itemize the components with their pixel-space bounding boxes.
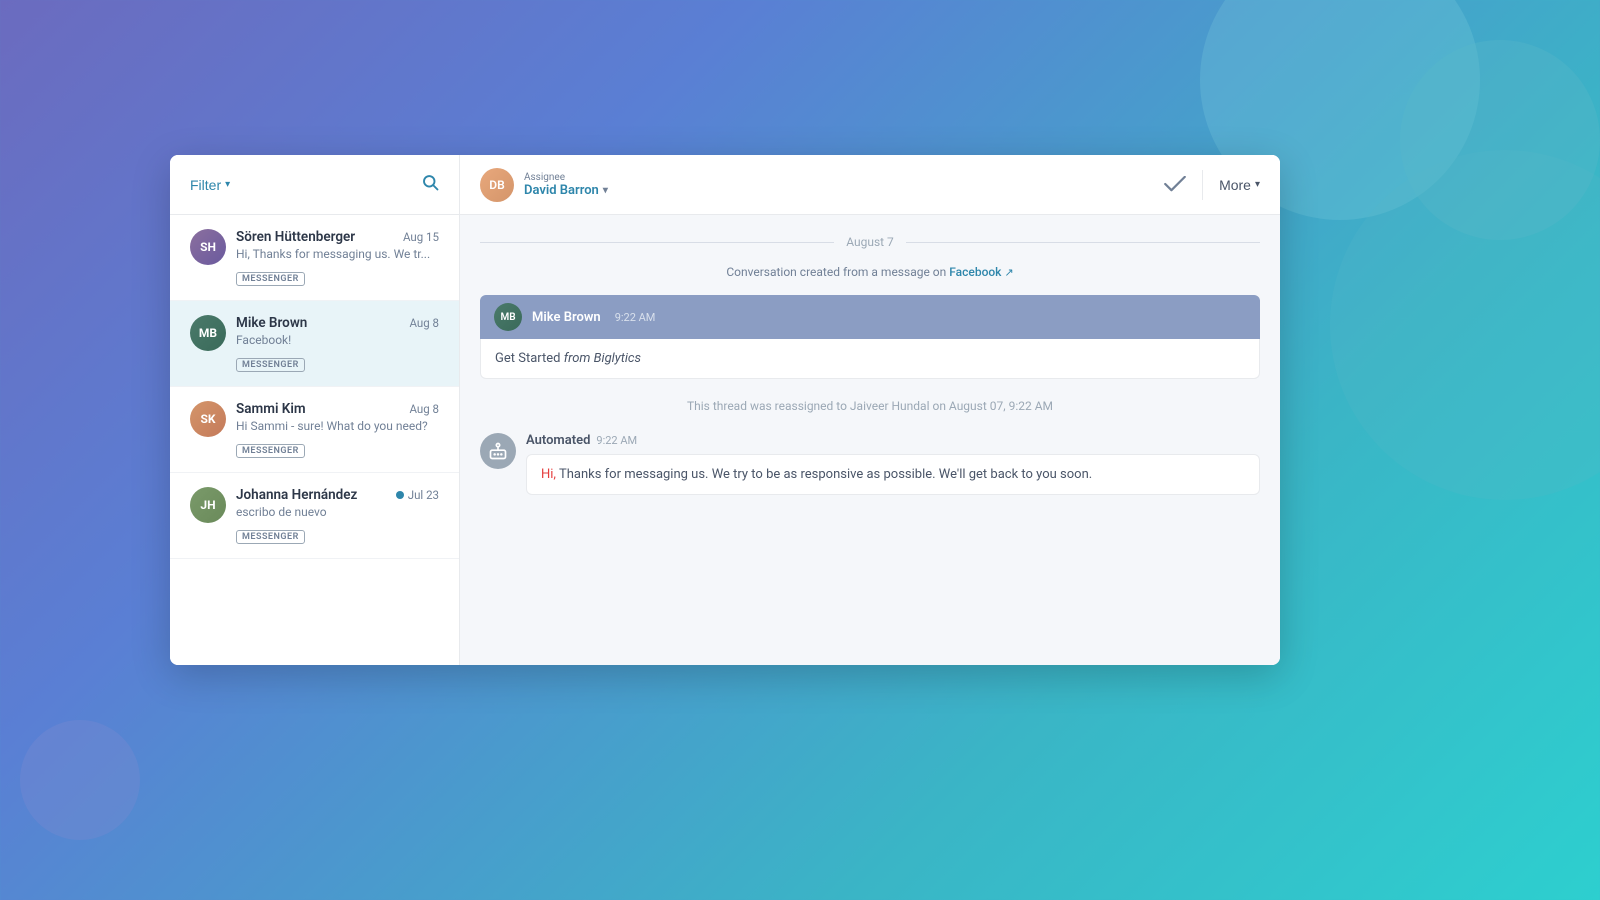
conv-date: Aug 8 [409, 316, 439, 330]
avatar: SH [190, 229, 226, 265]
facebook-link[interactable]: Facebook ↗ [949, 265, 1013, 279]
conversation-list: SH Sören Hüttenberger Aug 15 Hi, Thanks … [170, 215, 459, 665]
messenger-badge: MESSENGER [236, 444, 305, 458]
unread-indicator [396, 491, 404, 499]
sidebar-header: Filter ▾ [170, 155, 459, 215]
conversation-content: Johanna Hernández Jul 23 escribo de nuev… [236, 487, 439, 544]
filter-button[interactable]: Filter ▾ [190, 177, 230, 193]
message-container: MB Mike Brown 9:22 AM Get Started from B… [480, 295, 1260, 379]
message-text-plain: Get Started [495, 351, 564, 366]
conv-name: Sören Hüttenberger [236, 229, 355, 245]
automated-sender-name: Automated [526, 433, 590, 448]
message-sender-name: Mike Brown [532, 310, 601, 325]
external-link-icon: ↗ [1004, 266, 1013, 279]
system-message: Conversation created from a message on F… [480, 265, 1260, 279]
messenger-badge: MESSENGER [236, 358, 305, 372]
avatar: SK [190, 401, 226, 437]
automated-hi: Hi, [541, 467, 556, 482]
conversation-item[interactable]: MB Mike Brown Aug 8 Facebook! MESSENGER [170, 301, 459, 387]
chat-panel: DB Assignee David Barron ▾ Mor [460, 155, 1280, 665]
automated-time: 9:22 AM [596, 434, 637, 447]
assignee-section: DB Assignee David Barron ▾ [480, 168, 608, 202]
resolve-check-icon[interactable] [1164, 173, 1186, 197]
message-time: 9:22 AM [615, 311, 656, 324]
conversation-item[interactable]: JH Johanna Hernández Jul 23 escribo de n… [170, 473, 459, 559]
bot-avatar [480, 433, 516, 469]
avatar: MB [190, 315, 226, 351]
avatar: JH [190, 487, 226, 523]
conv-preview: Hi, Thanks for messaging us. We tr... [236, 247, 439, 261]
messenger-badge: MESSENGER [236, 530, 305, 544]
conv-name: Johanna Hernández [236, 487, 357, 503]
conv-preview: escribo de nuevo [236, 505, 439, 519]
conv-top-row: Sammi Kim Aug 8 [236, 401, 439, 417]
conv-top-row: Mike Brown Aug 8 [236, 315, 439, 331]
sidebar: Filter ▾ SH Sören Hüttenberger Aug 15 [170, 155, 460, 665]
conv-top-row: Sören Hüttenberger Aug 15 [236, 229, 439, 245]
conversation-content: Sammi Kim Aug 8 Hi Sammi - sure! What do… [236, 401, 439, 458]
conv-preview: Facebook! [236, 333, 439, 347]
assignee-avatar: DB [480, 168, 514, 202]
automated-body-text: Thanks for messaging us. We try to be as… [556, 467, 1092, 482]
more-chevron-icon: ▾ [1255, 179, 1260, 190]
reassign-notice: This thread was reassigned to Jaiveer Hu… [480, 395, 1260, 417]
conv-top-row: Johanna Hernández Jul 23 [236, 487, 439, 503]
app-window: Filter ▾ SH Sören Hüttenberger Aug 15 [170, 155, 1280, 665]
automated-message-container: Automated 9:22 AM Hi, Thanks for messagi… [480, 433, 1260, 495]
conv-name: Sammi Kim [236, 401, 306, 417]
header-actions: More ▾ [1164, 170, 1260, 200]
conv-preview: Hi Sammi - sure! What do you need? [236, 419, 439, 433]
message-sender-avatar: MB [494, 303, 522, 331]
messenger-badge: MESSENGER [236, 272, 305, 286]
conv-date: Aug 8 [409, 402, 439, 416]
assignee-info: Assignee David Barron ▾ [524, 172, 608, 198]
system-text-before: Conversation created from a message on [726, 265, 949, 279]
message-text-italic: from Biglytics [564, 351, 641, 366]
chat-header: DB Assignee David Barron ▾ Mor [460, 155, 1280, 215]
header-divider [1202, 170, 1203, 200]
assignee-name[interactable]: David Barron ▾ [524, 183, 608, 198]
assignee-chevron-icon: ▾ [603, 185, 608, 196]
assignee-label: Assignee [524, 172, 608, 183]
filter-chevron-icon: ▾ [225, 179, 230, 190]
conv-name: Mike Brown [236, 315, 307, 331]
chat-body: August 7 Conversation created from a mes… [460, 215, 1280, 665]
message-header-row: MB Mike Brown 9:22 AM [480, 295, 1260, 339]
more-button[interactable]: More ▾ [1219, 177, 1260, 193]
conv-date unread: Jul 23 [396, 488, 439, 502]
conversation-content: Mike Brown Aug 8 Facebook! MESSENGER [236, 315, 439, 372]
filter-label: Filter [190, 177, 221, 193]
message-body: Get Started from Biglytics [480, 339, 1260, 379]
conversation-content: Sören Hüttenberger Aug 15 Hi, Thanks for… [236, 229, 439, 286]
date-separator-text: August 7 [846, 235, 894, 249]
automated-content: Automated 9:22 AM Hi, Thanks for messagi… [526, 433, 1260, 495]
conversation-item[interactable]: SK Sammi Kim Aug 8 Hi Sammi - sure! What… [170, 387, 459, 473]
search-button[interactable] [421, 173, 439, 196]
automated-body: Hi, Thanks for messaging us. We try to b… [526, 454, 1260, 495]
automated-header: Automated 9:22 AM [526, 433, 1260, 448]
conv-date: Aug 15 [403, 230, 439, 244]
date-separator: August 7 [480, 235, 1260, 249]
bg-decoration-4 [20, 720, 140, 840]
more-label: More [1219, 177, 1251, 193]
conversation-item[interactable]: SH Sören Hüttenberger Aug 15 Hi, Thanks … [170, 215, 459, 301]
